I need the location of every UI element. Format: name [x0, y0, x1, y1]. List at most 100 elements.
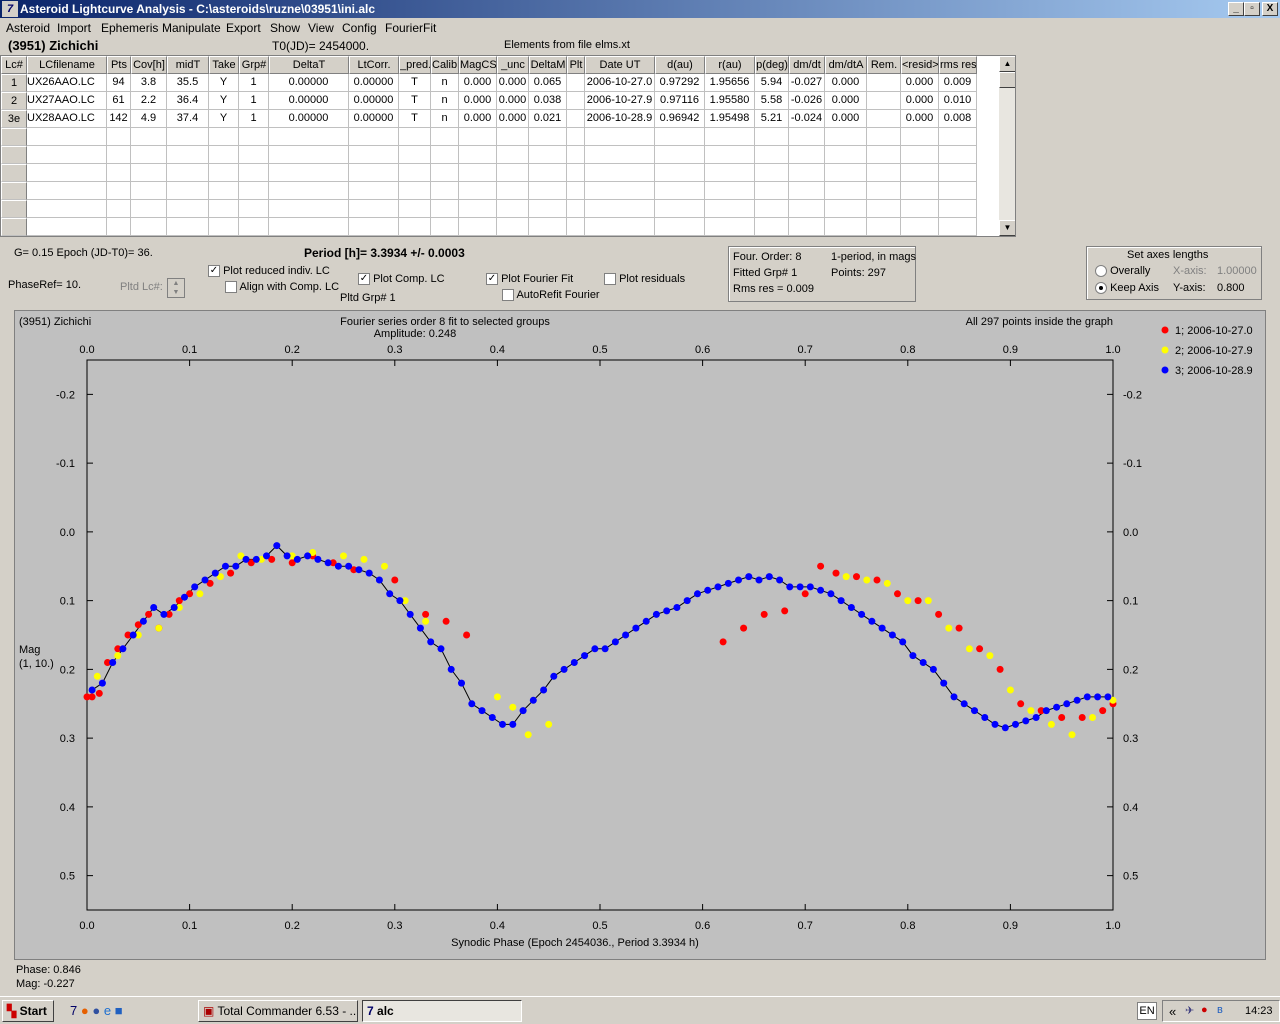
table-cell[interactable]: [825, 128, 867, 146]
plot-residuals-checkbox[interactable]: Plot residuals: [604, 273, 685, 286]
table-cell[interactable]: [209, 182, 239, 200]
plot-fourier-checkbox[interactable]: ✓ Plot Fourier Fit: [486, 273, 573, 286]
table-cell[interactable]: 36.4: [167, 92, 209, 110]
column-header[interactable]: Lc#: [1, 56, 27, 74]
table-row-empty[interactable]: [1, 200, 998, 218]
table-cell[interactable]: [107, 164, 131, 182]
table-cell[interactable]: [269, 200, 349, 218]
table-cell[interactable]: T: [399, 92, 431, 110]
column-header[interactable]: r(au): [705, 56, 755, 74]
table-cell[interactable]: [107, 128, 131, 146]
table-cell[interactable]: [655, 128, 705, 146]
table-cell[interactable]: [567, 74, 585, 92]
table-cell[interactable]: [529, 218, 567, 236]
menu-config[interactable]: Config: [342, 21, 377, 35]
table-cell[interactable]: 2006-10-27.9: [585, 92, 655, 110]
table-cell[interactable]: [431, 218, 459, 236]
table-cell[interactable]: [399, 146, 431, 164]
menu-view[interactable]: View: [308, 21, 334, 35]
table-cell[interactable]: [27, 182, 107, 200]
table-cell[interactable]: 0.000: [459, 74, 497, 92]
table-cell[interactable]: 1: [239, 74, 269, 92]
table-cell[interactable]: [705, 200, 755, 218]
table-cell[interactable]: [239, 128, 269, 146]
table-cell[interactable]: 0.00000: [269, 92, 349, 110]
table-cell[interactable]: [825, 218, 867, 236]
table-cell[interactable]: [567, 128, 585, 146]
table-cell[interactable]: [755, 200, 789, 218]
table-cell[interactable]: [131, 200, 167, 218]
autorefit-check[interactable]: [502, 289, 514, 302]
column-header[interactable]: Rem.: [867, 56, 901, 74]
table-cell[interactable]: [349, 200, 399, 218]
table-cell[interactable]: 94: [107, 74, 131, 92]
table-cell[interactable]: Y: [209, 110, 239, 128]
table-cell[interactable]: [755, 218, 789, 236]
table-cell[interactable]: [901, 200, 939, 218]
close-button[interactable]: X: [1262, 2, 1278, 16]
table-cell[interactable]: [567, 92, 585, 110]
table-cell[interactable]: [269, 164, 349, 182]
keep-axis-radio-dot[interactable]: [1095, 282, 1107, 295]
lightcurve-plot-panel[interactable]: (3951) Zichichi Fourier series order 8 fi…: [14, 310, 1266, 960]
table-cell[interactable]: [349, 218, 399, 236]
table-cell[interactable]: 4.9: [131, 110, 167, 128]
table-cell[interactable]: [131, 182, 167, 200]
table-cell[interactable]: 0.000: [497, 74, 529, 92]
table-cell[interactable]: [901, 128, 939, 146]
minimize-button[interactable]: _: [1228, 2, 1244, 16]
table-row-empty[interactable]: [1, 128, 998, 146]
table-cell[interactable]: [755, 164, 789, 182]
table-cell[interactable]: [107, 218, 131, 236]
table-cell[interactable]: [1, 128, 27, 146]
table-cell[interactable]: [825, 200, 867, 218]
table-cell[interactable]: [167, 218, 209, 236]
plot-comp-check[interactable]: ✓: [358, 273, 370, 286]
table-cell[interactable]: [655, 218, 705, 236]
table-cell[interactable]: [705, 218, 755, 236]
table-cell[interactable]: [399, 182, 431, 200]
table-cell[interactable]: [399, 200, 431, 218]
table-cell[interactable]: [131, 218, 167, 236]
table-cell[interactable]: [789, 128, 825, 146]
table-cell[interactable]: [939, 146, 977, 164]
table-cell[interactable]: 2006-10-27.0: [585, 74, 655, 92]
table-cell[interactable]: [529, 146, 567, 164]
table-cell[interactable]: 2: [1, 92, 27, 110]
security-icon[interactable]: ●: [1201, 1004, 1208, 1016]
table-cell[interactable]: UX27AAO.LC: [27, 92, 107, 110]
column-header[interactable]: DeltaT: [269, 56, 349, 74]
table-cell[interactable]: Y: [209, 74, 239, 92]
table-cell[interactable]: 5.21: [755, 110, 789, 128]
table-cell[interactable]: [399, 164, 431, 182]
table-cell[interactable]: 0.00000: [349, 110, 399, 128]
table-cell[interactable]: 0.000: [459, 110, 497, 128]
tray-expand-icon[interactable]: «: [1169, 1004, 1176, 1019]
table-cell[interactable]: [567, 146, 585, 164]
table-cell[interactable]: [497, 164, 529, 182]
column-header[interactable]: Plt: [567, 56, 585, 74]
table-cell[interactable]: 0.96942: [655, 110, 705, 128]
table-cell[interactable]: [459, 128, 497, 146]
table-cell[interactable]: [269, 128, 349, 146]
table-cell[interactable]: 2.2: [131, 92, 167, 110]
table-cell[interactable]: [167, 200, 209, 218]
bluetooth-icon[interactable]: ʙ: [1217, 1004, 1223, 1016]
table-cell[interactable]: UX26AAO.LC: [27, 74, 107, 92]
table-cell[interactable]: 0.000: [497, 110, 529, 128]
table-cell[interactable]: [705, 146, 755, 164]
table-cell[interactable]: [705, 182, 755, 200]
table-cell[interactable]: -0.026: [789, 92, 825, 110]
table-cell[interactable]: [529, 128, 567, 146]
table-cell[interactable]: [459, 146, 497, 164]
table-cell[interactable]: [867, 218, 901, 236]
network-icon[interactable]: ✈: [1185, 1004, 1194, 1017]
table-cell[interactable]: 0.008: [939, 110, 977, 128]
table-cell[interactable]: 142: [107, 110, 131, 128]
table-cell[interactable]: [1, 164, 27, 182]
table-cell[interactable]: [705, 128, 755, 146]
table-cell[interactable]: [939, 218, 977, 236]
table-cell[interactable]: [209, 164, 239, 182]
lightcurve-chart[interactable]: (3951) Zichichi Fourier series order 8 fi…: [15, 311, 1265, 959]
ie-icon[interactable]: e: [104, 1003, 111, 1018]
